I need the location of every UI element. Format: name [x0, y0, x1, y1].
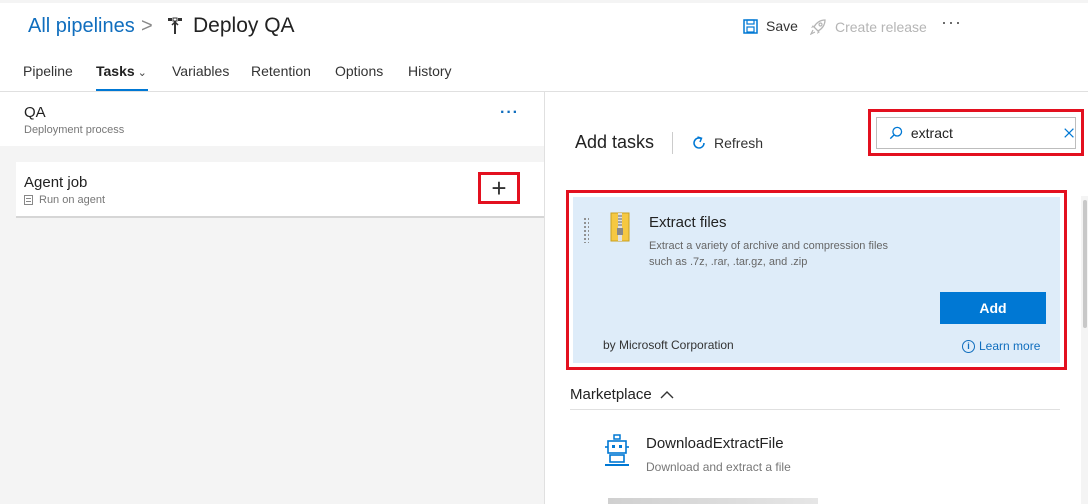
marketplace-toggle[interactable]: Marketplace [570, 386, 674, 403]
breadcrumb-separator: > [141, 15, 153, 37]
task-search-box[interactable] [876, 117, 1076, 149]
add-task-confirm-button[interactable]: Add [940, 292, 1046, 324]
drag-handle-icon[interactable] [583, 217, 589, 243]
job-subtitle: Run on agent [24, 194, 105, 206]
stage-header[interactable]: QA Deployment process ··· [0, 92, 544, 146]
pipeline-title: Deploy QA [193, 14, 295, 37]
job-name: Agent job [24, 174, 88, 191]
rocket-icon [810, 19, 826, 35]
task-card-extract-files[interactable]: Extract files Extract a variety of archi… [573, 197, 1060, 363]
tab-retention-label: Retention [251, 63, 311, 79]
stage-subtitle: Deployment process [24, 124, 125, 136]
top-strip [0, 0, 1088, 3]
add-tasks-title: Add tasks [575, 132, 655, 152]
release-pipeline-icon [168, 17, 182, 34]
tab-variables-label: Variables [172, 63, 230, 79]
save-button[interactable]: Save [743, 18, 798, 34]
save-icon [743, 18, 758, 34]
breadcrumb-all-pipelines[interactable]: All pipelines [28, 15, 135, 38]
tab-tasks[interactable]: Tasks ⌄ [96, 63, 172, 91]
create-release-label: Create release [835, 18, 927, 35]
tab-history-label: History [408, 63, 452, 79]
task-search-input[interactable] [910, 125, 1051, 141]
marketplace-label: Marketplace [570, 386, 652, 403]
chevron-up-icon [660, 391, 674, 399]
tab-variables[interactable]: Variables [172, 63, 251, 91]
tab-options-label: Options [335, 63, 384, 79]
scrollbar-thumb[interactable] [1083, 200, 1087, 328]
learn-more-label: Learn more [979, 339, 1041, 353]
add-task-button[interactable]: + [478, 172, 520, 204]
server-icon [24, 195, 33, 205]
tab-history[interactable]: History [408, 63, 468, 91]
marketplace-item-name[interactable]: DownloadExtractFile [646, 435, 784, 452]
tab-pipeline[interactable]: Pipeline [23, 63, 96, 91]
task-name: Extract files [649, 214, 727, 231]
tab-tasks-label: Tasks [96, 63, 135, 79]
marketplace-item-description: Download and extract a file [646, 460, 791, 474]
create-release-button[interactable]: Create release [810, 18, 927, 35]
tab-pipeline-label: Pipeline [23, 63, 73, 79]
save-label: Save [766, 18, 798, 34]
refresh-label: Refresh [714, 135, 764, 151]
info-icon: i [962, 339, 975, 353]
zip-archive-icon [610, 212, 630, 242]
job-subtitle-text: Run on agent [39, 194, 106, 206]
robot-icon [605, 434, 629, 466]
agent-job-item[interactable]: Agent job Run on agent + [16, 162, 544, 218]
refresh-button[interactable]: Refresh [691, 135, 763, 151]
stage-name: QA [24, 104, 46, 121]
learn-more-link[interactable]: i Learn more [962, 339, 1040, 353]
task-author: by Microsoft Corporation [603, 338, 734, 352]
stage-more-button[interactable]: ··· [500, 104, 519, 122]
search-icon [889, 126, 903, 140]
close-icon[interactable] [1063, 126, 1075, 140]
title-divider [672, 132, 673, 154]
tab-options[interactable]: Options [335, 63, 408, 91]
more-actions-button[interactable]: ··· [941, 12, 962, 33]
task-description: Extract a variety of archive and compres… [649, 240, 889, 268]
process-panel: QA Deployment process ··· Agent job Run … [0, 92, 545, 504]
pipeline-tabs: Pipeline Tasks ⌄ Variables Retention Opti… [23, 63, 468, 91]
refresh-icon [693, 136, 705, 149]
list-item-partial [608, 498, 818, 504]
marketplace-divider [570, 409, 1060, 410]
chevron-down-icon: ⌄ [137, 67, 147, 79]
tab-retention[interactable]: Retention [251, 63, 335, 91]
